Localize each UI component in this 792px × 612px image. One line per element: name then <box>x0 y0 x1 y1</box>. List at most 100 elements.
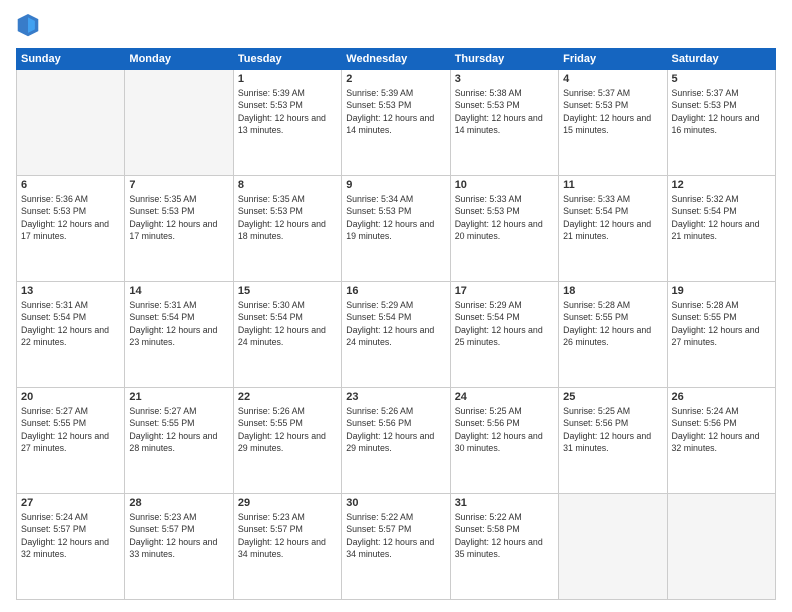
day-number: 19 <box>672 285 771 297</box>
calendar-cell: 31 Sunrise: 5:22 AM Sunset: 5:58 PM Dayli… <box>450 494 558 600</box>
day-info: Sunrise: 5:31 AM Sunset: 5:54 PM Dayligh… <box>21 299 120 348</box>
day-number: 23 <box>346 391 445 403</box>
day-info: Sunrise: 5:39 AM Sunset: 5:53 PM Dayligh… <box>238 87 337 136</box>
calendar-cell: 30Sunrise: 5:22 AM Sunset: 5:57 PM Dayli… <box>342 494 450 600</box>
calendar-cell <box>559 494 667 600</box>
day-info: Sunrise: 5:28 AM Sunset: 5:55 PM Dayligh… <box>672 299 771 348</box>
day-number: 2 <box>346 73 445 85</box>
day-number: 31 <box>455 497 554 509</box>
calendar-cell: 9 Sunrise: 5:34 AM Sunset: 5:53 PM Daylig… <box>342 176 450 282</box>
logo <box>16 12 44 40</box>
page: SundayMondayTuesdayWednesdayThursdayFrid… <box>0 0 792 612</box>
calendar-week-row: 6 Sunrise: 5:36 AM Sunset: 5:53 PM Daylig… <box>17 176 776 282</box>
day-number: 22 <box>238 391 337 403</box>
calendar-cell: 24 Sunrise: 5:25 AM Sunset: 5:56 PM Dayli… <box>450 388 558 494</box>
calendar-week-row: 13 Sunrise: 5:31 AM Sunset: 5:54 PM Dayli… <box>17 282 776 388</box>
weekday-header: Sunday <box>17 49 125 70</box>
calendar-cell: 4 Sunrise: 5:37 AM Sunset: 5:53 PM Daylig… <box>559 70 667 176</box>
calendar-week-row: 27 Sunrise: 5:24 AM Sunset: 5:57 PM Dayli… <box>17 494 776 600</box>
day-info: Sunrise: 5:22 AM Sunset: 5:58 PM Dayligh… <box>455 511 554 560</box>
calendar-cell: 15Sunrise: 5:30 AM Sunset: 5:54 PM Dayli… <box>233 282 341 388</box>
day-number: 28 <box>129 497 228 509</box>
calendar-cell: 13 Sunrise: 5:31 AM Sunset: 5:54 PM Dayli… <box>17 282 125 388</box>
day-number: 18 <box>563 285 662 297</box>
day-info: Sunrise: 5:35 AM Sunset: 5:53 PM Dayligh… <box>238 193 337 242</box>
day-info: Sunrise: 5:23 AM Sunset: 5:57 PM Dayligh… <box>238 511 337 560</box>
day-number: 4 <box>563 73 662 85</box>
day-number: 30 <box>346 497 445 509</box>
day-number: 3 <box>455 73 554 85</box>
calendar-cell <box>125 70 233 176</box>
day-number: 6 <box>21 179 120 191</box>
day-info: Sunrise: 5:24 AM Sunset: 5:57 PM Dayligh… <box>21 511 120 560</box>
day-number: 26 <box>672 391 771 403</box>
day-number: 11 <box>563 179 662 191</box>
day-number: 20 <box>21 391 120 403</box>
calendar-cell: 2 Sunrise: 5:39 AM Sunset: 5:53 PM Daylig… <box>342 70 450 176</box>
day-info: Sunrise: 5:25 AM Sunset: 5:56 PM Dayligh… <box>563 405 662 454</box>
day-info: Sunrise: 5:35 AM Sunset: 5:53 PM Dayligh… <box>129 193 228 242</box>
calendar: SundayMondayTuesdayWednesdayThursdayFrid… <box>16 48 776 600</box>
day-info: Sunrise: 5:23 AM Sunset: 5:57 PM Dayligh… <box>129 511 228 560</box>
calendar-cell: 12 Sunrise: 5:32 AM Sunset: 5:54 PM Dayli… <box>667 176 775 282</box>
calendar-cell: 26 Sunrise: 5:24 AM Sunset: 5:56 PM Dayli… <box>667 388 775 494</box>
calendar-cell: 17Sunrise: 5:29 AM Sunset: 5:54 PM Dayli… <box>450 282 558 388</box>
calendar-cell: 18 Sunrise: 5:28 AM Sunset: 5:55 PM Dayli… <box>559 282 667 388</box>
day-info: Sunrise: 5:37 AM Sunset: 5:53 PM Dayligh… <box>563 87 662 136</box>
calendar-cell: 6 Sunrise: 5:36 AM Sunset: 5:53 PM Daylig… <box>17 176 125 282</box>
day-number: 12 <box>672 179 771 191</box>
day-number: 25 <box>563 391 662 403</box>
weekday-header: Saturday <box>667 49 775 70</box>
day-info: Sunrise: 5:27 AM Sunset: 5:55 PM Dayligh… <box>129 405 228 454</box>
calendar-header-row: SundayMondayTuesdayWednesdayThursdayFrid… <box>17 49 776 70</box>
day-number: 29 <box>238 497 337 509</box>
day-number: 16 <box>346 285 445 297</box>
day-number: 13 <box>21 285 120 297</box>
day-number: 24 <box>455 391 554 403</box>
calendar-cell <box>17 70 125 176</box>
day-info: Sunrise: 5:34 AM Sunset: 5:53 PM Dayligh… <box>346 193 445 242</box>
day-number: 14 <box>129 285 228 297</box>
day-number: 10 <box>455 179 554 191</box>
calendar-cell: 23Sunrise: 5:26 AM Sunset: 5:56 PM Dayli… <box>342 388 450 494</box>
day-info: Sunrise: 5:32 AM Sunset: 5:54 PM Dayligh… <box>672 193 771 242</box>
calendar-cell: 10 Sunrise: 5:33 AM Sunset: 5:53 PM Dayli… <box>450 176 558 282</box>
calendar-cell: 1 Sunrise: 5:39 AM Sunset: 5:53 PM Daylig… <box>233 70 341 176</box>
weekday-header: Wednesday <box>342 49 450 70</box>
calendar-week-row: 1 Sunrise: 5:39 AM Sunset: 5:53 PM Daylig… <box>17 70 776 176</box>
day-number: 17 <box>455 285 554 297</box>
day-info: Sunrise: 5:27 AM Sunset: 5:55 PM Dayligh… <box>21 405 120 454</box>
day-number: 8 <box>238 179 337 191</box>
calendar-cell: 21 Sunrise: 5:27 AM Sunset: 5:55 PM Dayli… <box>125 388 233 494</box>
calendar-cell: 14 Sunrise: 5:31 AM Sunset: 5:54 PM Dayli… <box>125 282 233 388</box>
day-number: 21 <box>129 391 228 403</box>
calendar-cell: 11Sunrise: 5:33 AM Sunset: 5:54 PM Dayli… <box>559 176 667 282</box>
calendar-week-row: 20 Sunrise: 5:27 AM Sunset: 5:55 PM Dayli… <box>17 388 776 494</box>
day-number: 27 <box>21 497 120 509</box>
calendar-cell <box>667 494 775 600</box>
calendar-cell: 3Sunrise: 5:38 AM Sunset: 5:53 PM Daylig… <box>450 70 558 176</box>
day-info: Sunrise: 5:31 AM Sunset: 5:54 PM Dayligh… <box>129 299 228 348</box>
day-info: Sunrise: 5:30 AM Sunset: 5:54 PM Dayligh… <box>238 299 337 348</box>
header <box>16 12 776 40</box>
day-number: 1 <box>238 73 337 85</box>
calendar-cell: 20 Sunrise: 5:27 AM Sunset: 5:55 PM Dayli… <box>17 388 125 494</box>
day-number: 9 <box>346 179 445 191</box>
calendar-cell: 16Sunrise: 5:29 AM Sunset: 5:54 PM Dayli… <box>342 282 450 388</box>
day-number: 5 <box>672 73 771 85</box>
day-info: Sunrise: 5:24 AM Sunset: 5:56 PM Dayligh… <box>672 405 771 454</box>
calendar-cell: 22Sunrise: 5:26 AM Sunset: 5:55 PM Dayli… <box>233 388 341 494</box>
day-info: Sunrise: 5:39 AM Sunset: 5:53 PM Dayligh… <box>346 87 445 136</box>
calendar-cell: 28 Sunrise: 5:23 AM Sunset: 5:57 PM Dayli… <box>125 494 233 600</box>
day-info: Sunrise: 5:25 AM Sunset: 5:56 PM Dayligh… <box>455 405 554 454</box>
calendar-cell: 25 Sunrise: 5:25 AM Sunset: 5:56 PM Dayli… <box>559 388 667 494</box>
weekday-header: Thursday <box>450 49 558 70</box>
weekday-header: Friday <box>559 49 667 70</box>
day-info: Sunrise: 5:36 AM Sunset: 5:53 PM Dayligh… <box>21 193 120 242</box>
day-info: Sunrise: 5:37 AM Sunset: 5:53 PM Dayligh… <box>672 87 771 136</box>
calendar-cell: 29 Sunrise: 5:23 AM Sunset: 5:57 PM Dayli… <box>233 494 341 600</box>
day-info: Sunrise: 5:33 AM Sunset: 5:53 PM Dayligh… <box>455 193 554 242</box>
day-number: 7 <box>129 179 228 191</box>
day-info: Sunrise: 5:28 AM Sunset: 5:55 PM Dayligh… <box>563 299 662 348</box>
calendar-cell: 27 Sunrise: 5:24 AM Sunset: 5:57 PM Dayli… <box>17 494 125 600</box>
